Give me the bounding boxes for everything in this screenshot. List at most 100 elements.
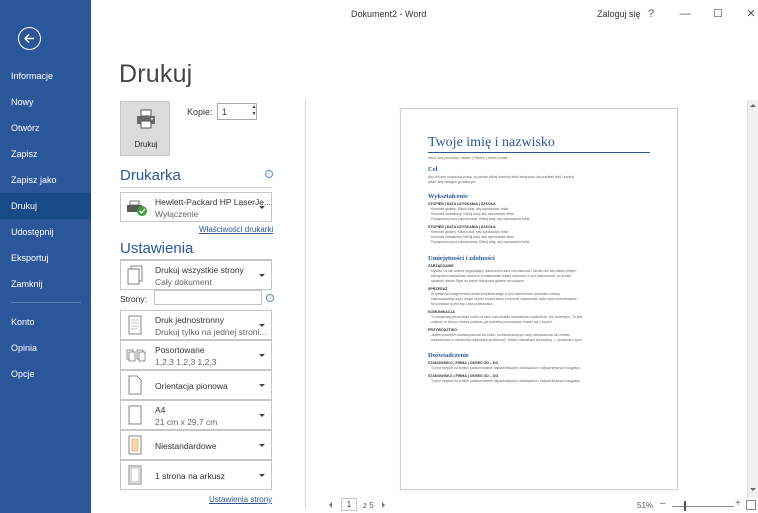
page-setup-link[interactable]: Ustawienia strony xyxy=(209,495,272,504)
preview-subheading: STANOWISKO | FIRMA | OKRES OD – DO xyxy=(428,361,499,365)
pages-icon xyxy=(127,265,143,285)
nav-item-drukuj[interactable]: Drukuj xyxy=(0,193,91,219)
nav-item-nowy[interactable]: Nowy xyxy=(0,89,91,115)
chevron-down-icon xyxy=(259,324,265,327)
preview-bullet: Kierunek główny: Kliknij tutaj, aby wpro… xyxy=(431,207,509,211)
preview-bullet: Powiązana praca zaliczeniowa: Kliknij tu… xyxy=(431,240,530,244)
printer-section-title: Drukarka xyxy=(120,167,181,184)
preview-contact: Ulica, kod pocztowy, miasto | Telefon | … xyxy=(428,156,508,160)
print-range-value: Drukuj wszystkie strony xyxy=(155,265,244,275)
paper-size-dropdown[interactable]: A4 21 cm x 29,7 cm xyxy=(120,400,272,430)
preview-subheading: ZARZĄDZANIE xyxy=(428,264,454,268)
previous-page-icon[interactable] xyxy=(329,502,332,508)
preview-scrollbar[interactable] xyxy=(747,100,758,498)
collated-icon xyxy=(126,349,146,362)
printer-properties-link[interactable]: Właściwości drukarki xyxy=(199,225,273,234)
preview-bullet: Powiązana praca zaliczeniowa: Kliknij tu… xyxy=(431,217,530,221)
close-icon[interactable]: ✕ xyxy=(743,6,758,22)
sides-desc: Drukuj tylko na jednej stroni... xyxy=(155,327,267,337)
preview-bullet: zastosowanego stylu, dzięki czemu można … xyxy=(431,297,578,301)
printer-dropdown[interactable]: Hewlett-Packard HP LaserJe... Wyłączenie xyxy=(120,192,272,222)
print-preview-page: Twoje imię i nazwisko Ulica, kod pocztow… xyxy=(400,108,678,490)
back-arrow-icon[interactable] xyxy=(18,27,41,50)
nav-item-zamknij[interactable]: Zamknij xyxy=(0,271,91,297)
settings-section-title: Ustawienia xyxy=(120,240,194,257)
pages-label: Strony: xyxy=(120,294,147,304)
nav-item-eksportuj[interactable]: Eksportuj xyxy=(0,245,91,271)
nav-item-otworz[interactable]: Otwórz xyxy=(0,115,91,141)
preview-text: pisać, aby zastąpić go własnym. xyxy=(428,180,477,184)
print-range-desc: Cały dokument xyxy=(155,277,212,287)
maximize-icon[interactable]: ☐ xyxy=(710,6,726,22)
info-icon[interactable]: i xyxy=(265,170,273,178)
preview-heading: Cel xyxy=(428,166,438,173)
collation-value: Posortowane xyxy=(155,345,205,355)
margins-icon xyxy=(128,435,142,455)
zoom-slider-thumb[interactable] xyxy=(684,501,687,511)
preview-bullet: To jest miejsce na krótkie podsumowanie … xyxy=(431,366,581,370)
orientation-dropdown[interactable]: Orientacja pionowa xyxy=(120,370,272,400)
page-number-input[interactable]: 1 xyxy=(341,498,357,511)
fit-to-page-icon[interactable] xyxy=(746,500,756,510)
preview-bullet: miejsce, w którym można pokazać, jak pot… xyxy=(431,320,553,324)
printer-status-icon xyxy=(127,200,147,216)
preview-bullet: Myślisz, że tak dobrze wyglądający dokum… xyxy=(431,269,577,273)
preview-heading: Doświadczenie xyxy=(428,352,469,359)
copies-label: Kopie: xyxy=(187,107,213,117)
chevron-down-icon xyxy=(259,384,265,387)
minimize-icon[interactable]: — xyxy=(677,6,693,22)
pages-input[interactable] xyxy=(154,290,262,305)
help-icon[interactable]: ? xyxy=(643,6,659,22)
backstage-sidebar: Informacje Nowy Otwórz Zapisz Zapisz jak… xyxy=(0,0,91,513)
zoom-slider[interactable] xyxy=(672,506,734,507)
chevron-down-icon xyxy=(259,474,265,477)
pages-per-sheet-value: 1 strona na arkusz xyxy=(155,471,225,481)
preview-heading: Wykształcenie xyxy=(428,193,468,200)
paper-size-value: A4 xyxy=(155,405,166,415)
collation-dropdown[interactable]: Posortowane 1,2,3 1,2,3 1,2,3 xyxy=(120,340,272,370)
nav-item-zapisz[interactable]: Zapisz xyxy=(0,141,91,167)
nav-item-konto[interactable]: Konto xyxy=(0,309,91,335)
print-button-label: Drukuj xyxy=(134,140,158,149)
nav-item-opinia[interactable]: Opinia xyxy=(0,335,91,361)
orientation-value: Orientacja pionowa xyxy=(155,381,228,391)
preview-bullet: Na przykład ta jest styl Lista punktowan… xyxy=(431,302,494,306)
section-divider xyxy=(120,187,272,188)
copies-spinner[interactable]: ▲ ▼ xyxy=(250,104,258,119)
next-page-icon[interactable] xyxy=(382,502,385,508)
margins-value: Niestandardowe xyxy=(155,441,217,451)
sides-dropdown[interactable]: Druk jednostronny Drukuj tylko na jednej… xyxy=(120,310,272,340)
zoom-in-icon[interactable]: + xyxy=(735,498,741,509)
nav-item-udostepnij[interactable]: Udostępnij xyxy=(0,219,91,245)
preview-bullet: To wspaniała prezentacja może na serio w… xyxy=(431,315,583,319)
sign-in-link[interactable]: Zaloguj się xyxy=(597,9,641,19)
preview-subheading: STOPIEŃ | DATA UZYSKANIA | SZKOŁA xyxy=(428,225,496,229)
printer-status: Wyłączenie xyxy=(155,209,199,219)
pages-per-sheet-dropdown[interactable]: 1 strona na arkusz xyxy=(120,460,272,490)
one-sided-icon xyxy=(128,315,142,335)
info-icon[interactable]: i xyxy=(266,294,274,302)
chevron-down-icon xyxy=(259,274,265,277)
scroll-down-icon[interactable] xyxy=(750,488,756,491)
chevron-down-icon xyxy=(259,414,265,417)
preview-bullet: Kierunek dodatkowy: Kliknij tutaj, aby w… xyxy=(431,212,514,216)
nav-item-informacje[interactable]: Informacje xyxy=(0,63,91,89)
preview-bullet: Kierunek dodatkowy: Kliknij tutaj, aby w… xyxy=(431,235,514,239)
nav-item-opcje[interactable]: Opcje xyxy=(0,361,91,387)
zoom-out-icon[interactable]: – xyxy=(660,498,666,509)
sheet-icon xyxy=(128,465,142,485)
preview-rule xyxy=(428,152,650,153)
zoom-level[interactable]: 51% xyxy=(637,501,653,510)
preview-subheading: PRZYWÓDZTWO xyxy=(428,328,457,332)
nav-item-zapisz-jako[interactable]: Zapisz jako xyxy=(0,167,91,193)
portrait-icon xyxy=(128,375,142,395)
preview-name: Twoje imię i nazwisko xyxy=(428,135,555,150)
preview-bullet: zaopiekować w określonej organizacji spo… xyxy=(431,338,582,342)
print-button[interactable]: Drukuj xyxy=(120,101,170,156)
print-range-dropdown[interactable]: Drukuj wszystkie strony Cały dokument xyxy=(120,260,272,290)
margins-dropdown[interactable]: Niestandardowe xyxy=(120,430,272,460)
preview-subheading: STOPIEŃ | DATA UZYSKANIA | SZKOŁA xyxy=(428,202,496,206)
scroll-up-icon[interactable] xyxy=(750,104,756,107)
nav-separator xyxy=(11,302,81,303)
chevron-down-icon xyxy=(259,354,265,357)
